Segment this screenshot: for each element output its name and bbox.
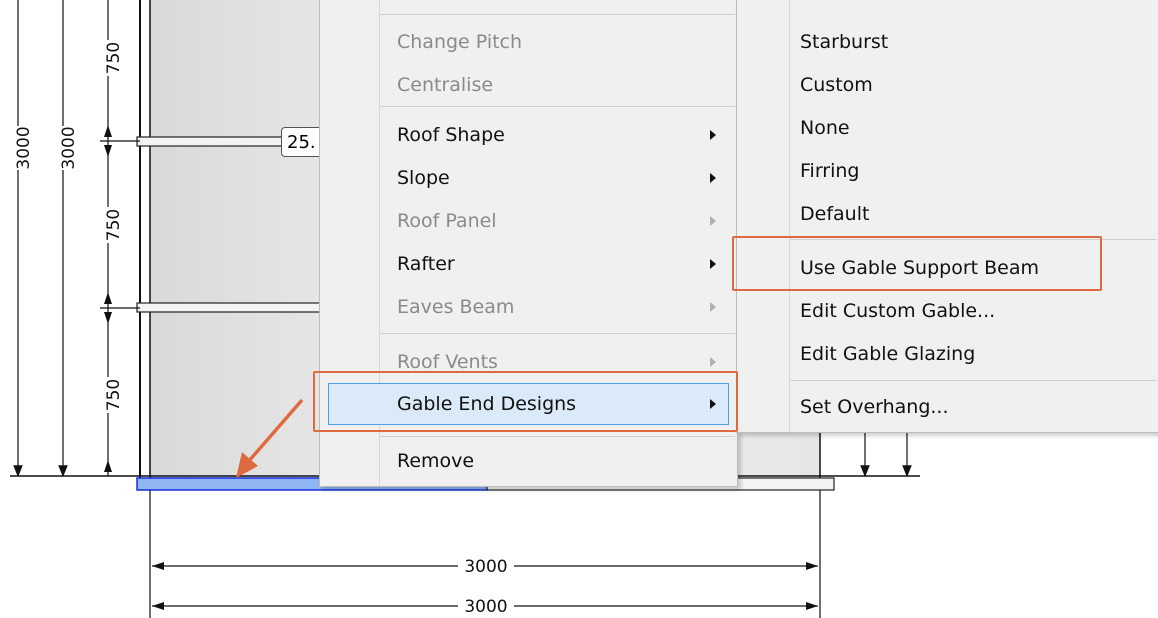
svg-text:750: 750: [104, 42, 124, 74]
menu-item-label: Rafter: [397, 253, 455, 275]
dimension-arrow: [104, 312, 112, 324]
callout-gable-end-designs: [313, 371, 738, 432]
submenu-item-edit-gable-glazing[interactable]: Edit Gable Glazing: [738, 335, 1158, 373]
dimension-arrow: [806, 562, 818, 570]
menu-item-label: Change Pitch: [397, 31, 523, 53]
menu-item-slope[interactable]: Slope: [321, 159, 736, 197]
svg-text:3000: 3000: [14, 126, 34, 169]
submenu-item-custom[interactable]: Custom: [738, 66, 1158, 104]
callout-use-gable-support-beam: [732, 236, 1102, 291]
dimension-arrow: [104, 292, 112, 304]
menu-item-label: Starburst: [800, 31, 889, 53]
menu-item-label: Set Overhang...: [800, 396, 949, 418]
menu-separator: [380, 333, 735, 334]
menu-item-label: Roof Shape: [397, 124, 505, 146]
menu-separator: [380, 106, 735, 107]
menu-item-label: Remove: [397, 450, 475, 472]
submenu-arrow-icon: [710, 302, 716, 312]
menu-item-label: Roof Panel: [397, 210, 497, 232]
dimension-label: 3000: [14, 126, 34, 170]
menu-separator: [380, 14, 735, 15]
submenu-item-none[interactable]: None: [738, 109, 1158, 147]
submenu-item-default[interactable]: Default: [738, 195, 1158, 233]
submenu-arrow-icon: [710, 130, 716, 140]
dimension-arrow: [806, 602, 818, 610]
menu-item-label: Edit Custom Gable...: [800, 300, 996, 322]
menu-item-label: Custom: [800, 74, 873, 96]
submenu-arrow-icon: [710, 357, 716, 367]
menu-separator: [790, 380, 1157, 381]
menu-separator: [380, 436, 735, 437]
dimension-label: 750: [104, 207, 124, 243]
menu-item-label: Edit Gable Glazing: [800, 343, 976, 365]
submenu-item-set-overhang[interactable]: Set Overhang...: [738, 388, 1158, 426]
submenu-item-edit-custom-gable[interactable]: Edit Custom Gable...: [738, 292, 1158, 330]
svg-text:750: 750: [104, 379, 124, 411]
menu-item-change-pitch[interactable]: Change Pitch: [321, 23, 736, 61]
dimension-arrow: [104, 125, 112, 137]
menu-item-roof-panel[interactable]: Roof Panel: [321, 202, 736, 240]
dimension-label: 3000: [464, 557, 507, 577]
dimension-label: 750: [104, 40, 124, 76]
dimension-arrow: [104, 460, 112, 472]
submenu-item-starburst[interactable]: Starburst: [738, 23, 1158, 61]
menu-item-centralise[interactable]: Centralise: [321, 66, 736, 104]
menu-item-roof-shape[interactable]: Roof Shape: [321, 116, 736, 154]
menu-item-label: Slope: [397, 167, 450, 189]
menu-item-label: None: [800, 117, 850, 139]
gable-end-designs-submenu: Starburst Custom None Firring Default Us…: [736, 0, 1158, 433]
menu-item-label: Default: [800, 203, 870, 225]
dimension-arrow: [152, 602, 164, 610]
dimension-label: 3000: [464, 597, 507, 617]
menu-item-label: Firring: [800, 160, 860, 182]
measurement-tag[interactable]: 25.: [281, 127, 323, 157]
menu-item-label: Eaves Beam: [397, 296, 515, 318]
menu-item-eaves-beam[interactable]: Eaves Beam: [321, 288, 736, 326]
dimension-label: 3000: [59, 126, 79, 170]
menu-item-label: Roof Vents: [397, 351, 498, 373]
menu-item-remove[interactable]: Remove: [321, 442, 736, 480]
svg-text:750: 750: [104, 209, 124, 241]
svg-text:3000: 3000: [59, 126, 79, 169]
dimension-arrow: [104, 145, 112, 157]
menu-item-label: Centralise: [397, 74, 494, 96]
submenu-arrow-icon: [710, 259, 716, 269]
dimension-label: 750: [104, 377, 124, 413]
submenu-arrow-icon: [710, 173, 716, 183]
submenu-item-firring[interactable]: Firring: [738, 152, 1158, 190]
dimension-arrow: [152, 562, 164, 570]
menu-item-rafter[interactable]: Rafter: [321, 245, 736, 283]
submenu-arrow-icon: [710, 216, 716, 226]
